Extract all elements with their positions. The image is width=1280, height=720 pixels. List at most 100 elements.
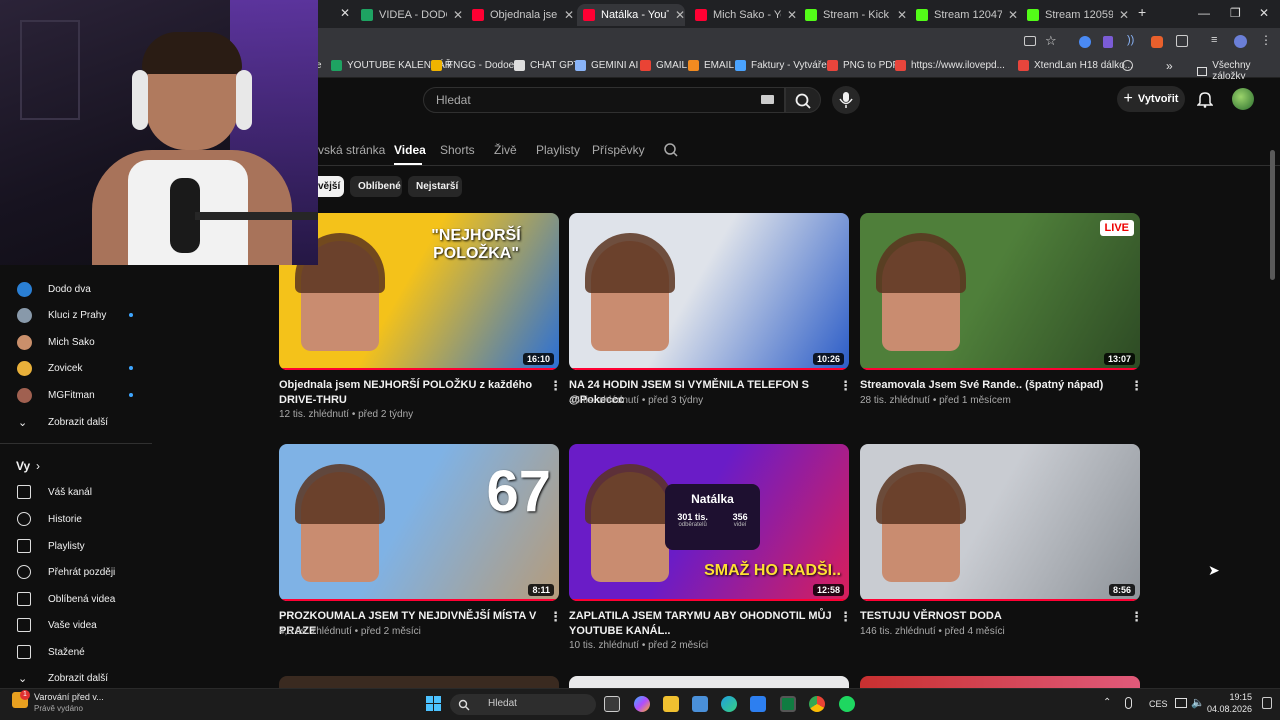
video-title[interactable]: ZAPLATILA JSEM TARYMU ABY OHODNOTIL MŮJ …	[569, 609, 837, 639]
browser-tab[interactable]: Stream 12047540 ✕	[910, 4, 1018, 26]
cast-icon[interactable]	[1024, 36, 1036, 46]
video-thumbnail[interactable]: SMAŽ HO RADŠI.. 12:58 Natálka 301 tis. odběr…	[569, 444, 849, 601]
minimize-icon[interactable]: —	[1198, 6, 1210, 20]
sidebar-subscription-item[interactable]: Dodo dva	[0, 277, 150, 301]
video-thumbnail[interactable]: "NEJHORŠÍ POLOŽKA" 16:10	[279, 213, 559, 370]
sidebar-subscription-item[interactable]: Zovicek	[0, 356, 150, 380]
extension-icon[interactable]	[1079, 36, 1091, 48]
close-tab-icon[interactable]: ✕	[564, 8, 574, 22]
account-avatar[interactable]	[1232, 88, 1254, 110]
volume-icon[interactable]: 🔈	[1191, 696, 1205, 709]
bookmark-item[interactable]: https://www.ilovepd...	[895, 60, 1005, 71]
sidebar-subscription-item[interactable]: MGFitman	[0, 383, 150, 407]
notification-title[interactable]: Varování před v...	[34, 692, 104, 702]
sidebar-show-more-subscriptions[interactable]: ⌄ Zobrazit další	[0, 410, 150, 434]
sidebar-you-item[interactable]: Vaše videa	[0, 613, 150, 637]
create-button[interactable]: + Vytvořit	[1117, 86, 1185, 112]
video-title[interactable]: TESTUJU VĚRNOST DODA	[860, 609, 1128, 624]
channel-tab[interactable]: Playlisty	[536, 143, 580, 157]
close-tab-icon[interactable]: ✕	[340, 6, 350, 20]
mail-icon[interactable]	[692, 696, 708, 712]
tray-microphone-icon[interactable]	[1125, 697, 1132, 709]
store-icon[interactable]	[750, 696, 766, 712]
browser-tab[interactable]: Stream - Kick Das ✕	[799, 4, 907, 26]
sidebar-subscription-item[interactable]: Kluci z Prahy	[0, 303, 150, 327]
sidebar-you-section[interactable]: Vy ›	[0, 454, 150, 478]
bookmark-item[interactable]: GEMINI AI	[575, 60, 638, 71]
video-menu-icon[interactable]: ⋮	[839, 609, 852, 625]
video-thumbnail-partial[interactable]	[279, 676, 559, 688]
language-indicator[interactable]: CES	[1149, 699, 1168, 709]
tray-chevron-icon[interactable]: ⌃	[1103, 697, 1111, 708]
bookmark-item[interactable]: FNGG - Dodoeu	[431, 60, 520, 71]
new-tab-button[interactable]: +	[1138, 4, 1146, 20]
close-tab-icon[interactable]: ✕	[675, 8, 685, 22]
browser-tab[interactable]: Objednala jsem N ✕	[466, 4, 574, 26]
edge-icon[interactable]	[721, 696, 737, 712]
excel-icon[interactable]	[780, 696, 796, 712]
tab-search-icon[interactable]: ≡	[1211, 34, 1217, 46]
task-view-icon[interactable]	[604, 696, 620, 712]
channel-search-icon[interactable]	[663, 142, 679, 163]
sidebar-you-item[interactable]: Playlisty	[0, 534, 150, 558]
channel-tab[interactable]: Živě	[494, 143, 517, 157]
close-tab-icon[interactable]: ✕	[453, 8, 463, 22]
sidebar-you-item[interactable]: Váš kanál	[0, 480, 150, 504]
browser-tab[interactable]: VIDEA - DODO - ✕	[355, 4, 463, 26]
voice-search-button[interactable]	[832, 86, 860, 114]
channel-tab[interactable]: Shorts	[440, 143, 475, 157]
globe-icon[interactable]	[1122, 60, 1133, 71]
video-menu-icon[interactable]: ⋮	[1130, 378, 1143, 394]
notifications-bell-icon[interactable]	[1196, 90, 1214, 113]
video-thumbnail-partial[interactable]	[569, 676, 849, 688]
search-input[interactable]: Hledat	[423, 87, 785, 113]
profile-avatar[interactable]	[1234, 35, 1247, 48]
copilot-icon[interactable]	[634, 696, 650, 712]
file-explorer-icon[interactable]	[663, 696, 679, 712]
browser-tab[interactable]: Natálka - YouTub ✕	[577, 4, 685, 26]
bookmark-item[interactable]: GMAIL	[640, 60, 687, 71]
channel-tab[interactable]: vská stránka	[318, 143, 385, 157]
sort-chip[interactable]: vější	[318, 176, 344, 197]
sort-chip[interactable]: Nejstarší	[408, 176, 462, 197]
close-tab-icon[interactable]: ✕	[897, 8, 907, 22]
sidebar-you-item[interactable]: Stažené	[0, 640, 150, 664]
more-bookmarks-button[interactable]: »	[1166, 59, 1173, 73]
video-thumbnail-partial[interactable]	[860, 676, 1140, 688]
sidebar-you-item[interactable]: ⌄ Zobrazit další	[0, 666, 150, 690]
chrome-icon[interactable]	[809, 696, 825, 712]
video-title[interactable]: Streamovala Jsem Své Rande.. (špatný náp…	[860, 378, 1128, 393]
windows-start-icon[interactable]	[426, 696, 441, 711]
clock-date[interactable]: 04.08.2026	[1204, 704, 1252, 714]
search-button[interactable]	[785, 87, 821, 113]
sidebar-subscription-item[interactable]: Mich Sako	[0, 330, 150, 354]
bookmark-item[interactable]: XtendLan H18 dálko...	[1018, 60, 1133, 71]
video-menu-icon[interactable]: ⋮	[549, 609, 562, 625]
browser-tab[interactable]: Stream 12059410 ✕	[1021, 4, 1129, 26]
sort-chip[interactable]: Oblíbené	[350, 176, 402, 197]
bookmark-item[interactable]: CHAT GPT	[514, 60, 580, 71]
bookmark-item[interactable]: EMAIL	[688, 60, 734, 71]
notification-center-icon[interactable]	[1262, 697, 1272, 709]
video-menu-icon[interactable]: ⋮	[549, 378, 562, 394]
bookmark-item[interactable]: PNG to PDF	[827, 60, 899, 71]
sidebar-you-item[interactable]: Přehrát později	[0, 560, 150, 584]
browser-menu-icon[interactable]: ⋮	[1260, 33, 1272, 47]
video-thumbnail[interactable]: 67 8:11	[279, 444, 559, 601]
star-icon[interactable]: ☆	[1045, 33, 1057, 49]
video-thumbnail[interactable]: 10:26	[569, 213, 849, 370]
video-menu-icon[interactable]: ⋮	[1130, 609, 1143, 625]
maximize-icon[interactable]: ❐	[1230, 6, 1241, 20]
keyboard-icon[interactable]	[761, 95, 774, 104]
sidebar-you-item[interactable]: Oblíbená videa	[0, 587, 150, 611]
channel-tab[interactable]: Videa	[394, 143, 426, 157]
clock-time[interactable]: 19:15	[1204, 692, 1252, 702]
extension-icon[interactable]	[1151, 36, 1163, 48]
channel-tab[interactable]: Příspěvky	[592, 143, 645, 157]
page-scrollbar[interactable]	[1270, 150, 1275, 280]
close-tab-icon[interactable]: ✕	[1119, 8, 1129, 22]
network-icon[interactable]	[1175, 698, 1187, 708]
spotify-icon[interactable]	[839, 696, 855, 712]
close-window-icon[interactable]: ✕	[1259, 6, 1269, 20]
extension-icon[interactable]	[1103, 36, 1113, 48]
